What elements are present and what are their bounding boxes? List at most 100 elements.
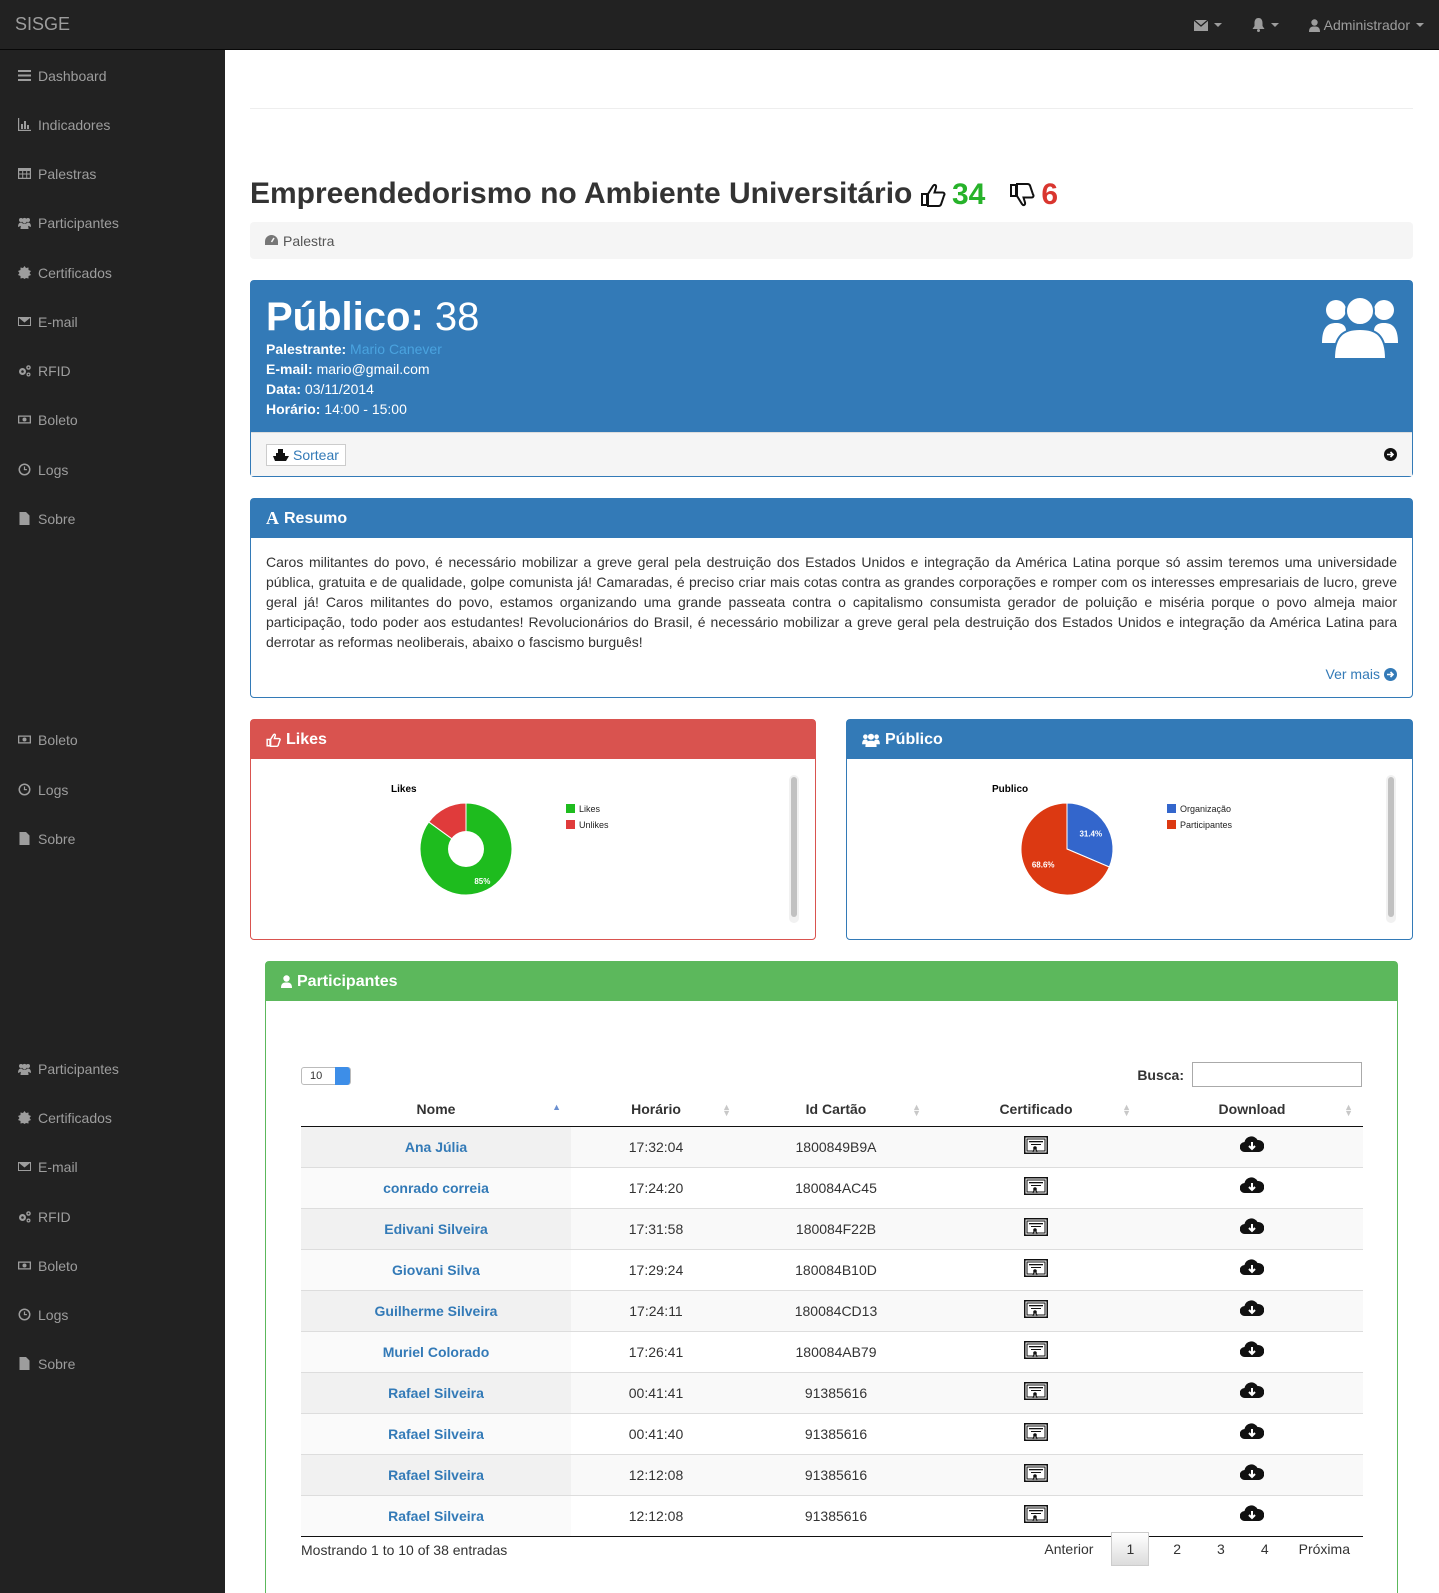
- cloud-download-icon[interactable]: [1239, 1505, 1265, 1526]
- sidebar-item-logs[interactable]: Logs: [0, 445, 225, 494]
- cloud-download-icon[interactable]: [1239, 1136, 1265, 1157]
- certificate-icon[interactable]: [1024, 1505, 1048, 1526]
- certificate-icon[interactable]: [1024, 1341, 1048, 1362]
- legend-swatch: [566, 820, 575, 829]
- column-header[interactable]: Certificado ▲ ▼: [931, 1092, 1141, 1127]
- participant-card-id: 91385616: [804, 1507, 868, 1524]
- sidebar-item-dashboard[interactable]: Dashboard: [0, 51, 225, 100]
- sidebar-item-boleto[interactable]: Boleto: [0, 715, 225, 764]
- participant-card-id: 91385616: [804, 1384, 868, 1401]
- certificate-icon[interactable]: [1024, 1464, 1048, 1485]
- sidebar-item-logs[interactable]: Logs: [0, 1290, 225, 1339]
- raffle-button[interactable]: Sortear: [266, 443, 346, 466]
- search-input[interactable]: [1192, 1062, 1362, 1087]
- cloud-download-icon[interactable]: [1239, 1382, 1265, 1403]
- user-dropdown[interactable]: Administrador: [1308, 17, 1424, 33]
- participant-name-link[interactable]: Edivani Silveira: [384, 1221, 488, 1237]
- arrow-circle-right-icon[interactable]: [1384, 448, 1397, 461]
- participant-time: 17:26:41: [628, 1343, 684, 1360]
- participant-time: 17:32:04: [628, 1138, 684, 1155]
- cloud-download-icon[interactable]: [1239, 1464, 1265, 1485]
- participant-name-link[interactable]: Rafael Silveira: [388, 1426, 484, 1442]
- participant-name-link[interactable]: Rafael Silveira: [388, 1508, 484, 1524]
- participant-name-link[interactable]: Rafael Silveira: [388, 1467, 484, 1483]
- sidebar-item-sobre[interactable]: Sobre: [0, 814, 225, 863]
- speaker-link[interactable]: Mario Canever: [350, 341, 442, 357]
- certificate-icon[interactable]: [1024, 1423, 1048, 1444]
- sidebar-item-sobre[interactable]: Sobre: [0, 1339, 225, 1388]
- see-more-link[interactable]: Ver mais: [1326, 666, 1397, 682]
- column-header[interactable]: Nome ▲: [301, 1092, 571, 1127]
- chart-scrollbar[interactable]: [789, 775, 799, 923]
- participant-name-link[interactable]: Muriel Colorado: [383, 1344, 490, 1360]
- pager-next[interactable]: Próxima: [1287, 1533, 1362, 1565]
- pager-previous[interactable]: Anterior: [1032, 1533, 1105, 1565]
- divider: [250, 108, 1413, 109]
- legend-label: Unlikes: [579, 820, 609, 830]
- certificate-icon[interactable]: [1024, 1218, 1048, 1239]
- sidebar-item-rfid[interactable]: RFID: [0, 1192, 225, 1241]
- file-icon: [17, 832, 31, 846]
- money-icon: [17, 1259, 31, 1273]
- table-row: Rafael Silveira 00:41:40 91385616: [301, 1412, 1363, 1454]
- sidebar-item-participantes[interactable]: Participantes: [0, 198, 225, 247]
- search-box: Busca:: [1137, 1062, 1362, 1087]
- user-icon: [281, 975, 292, 988]
- cloud-download-icon[interactable]: [1239, 1300, 1265, 1321]
- cloud-download-icon[interactable]: [1239, 1218, 1265, 1239]
- sidebar-item-certificados[interactable]: Certificados: [0, 248, 225, 297]
- table-row: Rafael Silveira 12:12:08 91385616: [301, 1494, 1363, 1537]
- sidebar-item-boleto[interactable]: Boleto: [0, 395, 225, 444]
- pager-page[interactable]: 1: [1111, 1532, 1150, 1566]
- user-icon: [1308, 18, 1320, 32]
- certificate-icon[interactable]: [1024, 1136, 1048, 1157]
- sidebar-item-label: E-mail: [38, 1158, 78, 1175]
- participants-table: Nome ▲ Horário ▲ ▼ Id Cartão ▲ ▼ Certificado ▲ ▼ Do…: [301, 1092, 1363, 1537]
- certificate-icon[interactable]: [1024, 1382, 1048, 1403]
- legend-swatch: [1167, 804, 1176, 813]
- sidebar-item-sobre[interactable]: Sobre: [0, 494, 225, 543]
- alerts-dropdown[interactable]: [1252, 18, 1279, 32]
- sidebar-item-rfid[interactable]: RFID: [0, 346, 225, 395]
- participant-name-link[interactable]: conrado correia: [383, 1180, 489, 1196]
- sidebar-item-label: Logs: [38, 1306, 69, 1323]
- sidebar-item-e-mail[interactable]: E-mail: [0, 1142, 225, 1191]
- pager-page[interactable]: 3: [1205, 1533, 1237, 1565]
- cloud-download-icon[interactable]: [1239, 1341, 1265, 1362]
- certificate-icon: [17, 266, 31, 280]
- certificate-icon[interactable]: [1024, 1177, 1048, 1198]
- sidebar-item-certificados[interactable]: Certificados: [0, 1093, 225, 1142]
- sidebar-item-participantes[interactable]: Participantes: [0, 1044, 225, 1093]
- sidebar-item-boleto[interactable]: Boleto: [0, 1241, 225, 1290]
- messages-dropdown[interactable]: [1193, 19, 1222, 31]
- cloud-download-icon[interactable]: [1239, 1423, 1265, 1444]
- sidebar-item-logs[interactable]: Logs: [0, 765, 225, 814]
- participant-name-link[interactable]: Ana Júlia: [405, 1139, 467, 1155]
- top-navbar: SISGE Administrador: [0, 0, 1439, 50]
- thumbs-down-icon: [1010, 183, 1035, 207]
- sidebar-item-e-mail[interactable]: E-mail: [0, 297, 225, 346]
- pie-data-label: 31.4%: [1079, 829, 1102, 838]
- cloud-download-icon[interactable]: [1239, 1259, 1265, 1280]
- column-header[interactable]: Horário ▲ ▼: [571, 1092, 741, 1127]
- column-header[interactable]: Download ▲ ▼: [1141, 1092, 1363, 1127]
- chart-scrollbar[interactable]: [1386, 775, 1396, 923]
- brand[interactable]: SISGE: [15, 14, 70, 35]
- participant-name-link[interactable]: Guilherme Silveira: [375, 1303, 498, 1319]
- pager-page[interactable]: 4: [1249, 1533, 1281, 1565]
- participant-name-link[interactable]: Rafael Silveira: [388, 1385, 484, 1401]
- participant-time: 17:31:58: [628, 1220, 684, 1237]
- certificate-icon[interactable]: [1024, 1259, 1048, 1280]
- table-row: Ana Júlia 17:32:04 1800849B9A: [301, 1125, 1363, 1167]
- certificate-icon[interactable]: [1024, 1300, 1048, 1321]
- pager-page[interactable]: 2: [1161, 1533, 1193, 1565]
- users-icon: [862, 733, 880, 747]
- page-length-select[interactable]: 10: [301, 1067, 351, 1085]
- sidebar-item-palestras[interactable]: Palestras: [0, 149, 225, 198]
- sidebar-item-indicadores[interactable]: Indicadores: [0, 100, 225, 149]
- participant-name-link[interactable]: Giovani Silva: [392, 1262, 480, 1278]
- cloud-download-icon[interactable]: [1239, 1177, 1265, 1198]
- breadcrumb-item[interactable]: Palestra: [283, 233, 334, 249]
- sort-icon: ▲ ▼: [912, 1102, 921, 1118]
- column-header[interactable]: Id Cartão ▲ ▼: [741, 1092, 931, 1127]
